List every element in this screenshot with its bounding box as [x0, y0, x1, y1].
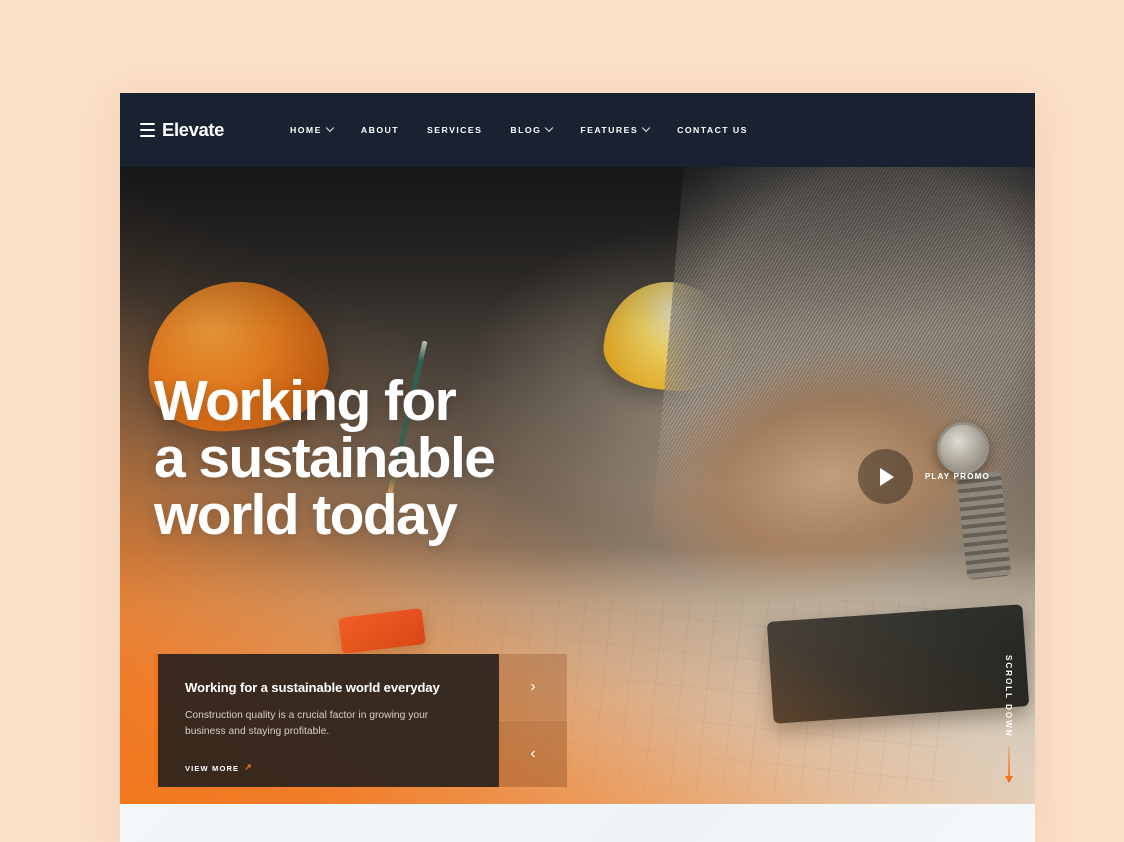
nav-item-about[interactable]: ABOUT	[347, 125, 413, 135]
play-icon[interactable]	[857, 449, 913, 504]
hero-heading-line-2: a sustainable	[154, 426, 496, 490]
slide-card: Working for a sustainable world everyday…	[154, 654, 499, 787]
scroll-down-label: SCROLL DOWN	[1004, 655, 1013, 738]
nav-label: FEATURES	[580, 125, 639, 135]
arrow-up-right-icon: ↗	[244, 762, 253, 772]
slide-description: Construction quality is a crucial factor…	[185, 710, 429, 737]
chevron-down-icon	[325, 123, 335, 133]
nav-item-features[interactable]: FEATURES	[566, 123, 663, 135]
nav-item-home[interactable]: HOME	[276, 123, 347, 135]
nav-label: CONTACT US	[677, 125, 748, 135]
brand-logo[interactable]: Elevate	[136, 119, 224, 141]
what-we-offer-section: WHAT WE OFFER	[120, 804, 1035, 842]
main-navigation: HOME ABOUT SERVICES BLOG FEATURES CONTAC…	[276, 123, 762, 135]
hero-heading: Working for a sustainable world today	[154, 369, 496, 547]
hero-heading-line-1: Working for	[154, 369, 457, 433]
brand-name: Elevate	[162, 119, 224, 140]
slider-next-button[interactable]: ›	[499, 654, 567, 720]
view-more-link[interactable]: VIEW MORE ↗	[185, 762, 253, 774]
nav-label: SERVICES	[427, 125, 483, 135]
hero-section: Working for a sustainable world today PL…	[120, 167, 1035, 804]
nav-label: BLOG	[510, 125, 542, 135]
chevron-down-icon	[641, 123, 651, 133]
slider-controls: › ‹	[499, 654, 567, 787]
hero-heading-line-3: world today	[154, 483, 458, 547]
arrow-down-icon	[1004, 746, 1013, 783]
play-promo-label: PLAY PROMO	[924, 472, 990, 481]
chevron-down-icon	[545, 123, 554, 133]
scroll-down-indicator[interactable]: SCROLL DOWN	[1004, 655, 1013, 783]
slide-title: Working for a sustainable world everyday	[185, 680, 440, 695]
view-more-label: VIEW MORE	[185, 764, 240, 773]
nav-item-blog[interactable]: BLOG	[496, 123, 566, 135]
nav-item-services[interactable]: SERVICES	[413, 125, 496, 135]
hamburger-icon[interactable]	[140, 122, 155, 138]
website-frame: Elevate HOME ABOUT SERVICES BLOG FEATURE…	[120, 93, 1035, 842]
nav-label: ABOUT	[360, 125, 400, 135]
play-promo-button[interactable]: PLAY PROMO	[857, 449, 990, 504]
decorative-swoosh-lines	[655, 804, 1035, 842]
slider-prev-button[interactable]: ‹	[499, 720, 567, 787]
nav-item-contact-us[interactable]: CONTACT US	[663, 125, 762, 135]
nav-label: HOME	[290, 125, 322, 135]
hero-slide-caption: Working for a sustainable world everyday…	[154, 654, 567, 787]
site-header: Elevate HOME ABOUT SERVICES BLOG FEATURE…	[120, 93, 1035, 167]
